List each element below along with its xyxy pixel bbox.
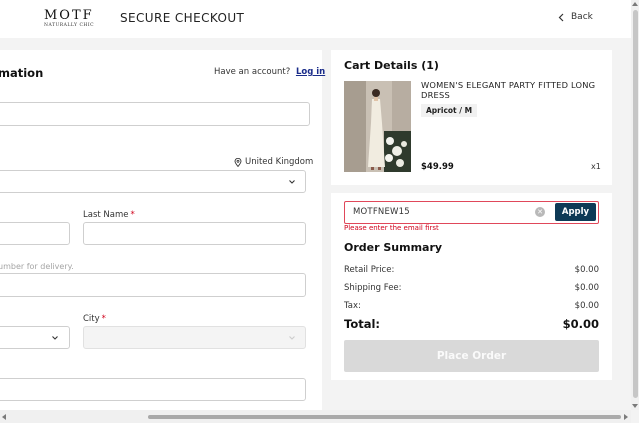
- place-order-button[interactable]: Place Order: [344, 340, 599, 372]
- chevron-down-icon: [289, 180, 295, 184]
- total-value: $0.00: [562, 317, 599, 331]
- logo-tagline: NATURALLY CHIC: [44, 23, 95, 28]
- horizontal-scrollbar[interactable]: [0, 410, 631, 423]
- phone-field[interactable]: [0, 273, 306, 297]
- horizontal-scroll-thumb[interactable]: [148, 415, 621, 419]
- product-quantity: x1: [591, 162, 601, 171]
- last-name-label-text: Last Name: [83, 210, 129, 220]
- country-name: United Kingdom: [245, 157, 314, 167]
- cart-title: Cart Details (1): [344, 59, 439, 72]
- email-field[interactable]: [0, 102, 310, 126]
- login-link[interactable]: Log in: [296, 67, 325, 77]
- phone-hint: umber for delivery.: [0, 262, 74, 271]
- product-photo: [344, 81, 411, 172]
- summary-label: Shipping Fee:: [344, 283, 402, 293]
- product-price: $49.99: [421, 162, 454, 172]
- account-prompt: Have an account? Log in: [214, 67, 325, 77]
- summary-label: Retail Price:: [344, 265, 395, 275]
- city-label-text: City: [83, 314, 100, 324]
- chevron-down-icon: [52, 336, 58, 340]
- scroll-right-arrow-icon[interactable]: [624, 414, 628, 420]
- section-title: mation: [0, 66, 44, 80]
- brand-logo[interactable]: MOTF NATURALLY CHIC: [44, 8, 95, 29]
- first-name-field[interactable]: [0, 222, 70, 245]
- account-prompt-text: Have an account?: [214, 67, 291, 77]
- last-name-label: Last Name *: [83, 210, 135, 220]
- vertical-scrollbar[interactable]: [631, 0, 639, 410]
- coupon-value: MOTFNEW15: [353, 207, 410, 217]
- top-header: MOTF NATURALLY CHIC SECURE CHECKOUT Back: [0, 0, 631, 38]
- summary-value: $0.00: [574, 283, 599, 293]
- clear-coupon-icon[interactable]: ✕: [535, 207, 545, 217]
- summary-value: $0.00: [574, 301, 599, 311]
- scroll-down-arrow-icon[interactable]: [632, 404, 638, 408]
- summary-row-total: Total: $0.00: [344, 317, 599, 331]
- order-summary-title: Order Summary: [344, 241, 443, 254]
- vertical-scroll-thumb[interactable]: [633, 10, 638, 398]
- product-name[interactable]: WOMEN'S ELEGANT PARTY FITTED LONG DRESS: [421, 80, 597, 100]
- product-image[interactable]: [344, 81, 411, 172]
- city-label: City *: [83, 314, 106, 324]
- location-pin-icon: [234, 157, 242, 167]
- page-title: SECURE CHECKOUT: [120, 11, 245, 25]
- country-indicator: United Kingdom: [234, 157, 313, 167]
- chevron-left-icon: [558, 13, 564, 21]
- summary-row-tax: Tax: $0.00: [344, 301, 599, 311]
- address-field[interactable]: [0, 378, 306, 401]
- summary-value: $0.00: [574, 265, 599, 275]
- required-mark: *: [101, 314, 106, 324]
- country-select[interactable]: [0, 170, 306, 193]
- total-label: Total:: [344, 317, 381, 331]
- required-mark: *: [130, 210, 135, 220]
- scroll-up-arrow-icon[interactable]: [632, 2, 638, 6]
- chevron-down-icon: [289, 336, 295, 340]
- state-select[interactable]: [0, 326, 70, 349]
- apply-coupon-button[interactable]: Apply: [555, 203, 596, 221]
- coupon-error-message: Please enter the email first: [344, 224, 439, 232]
- summary-row-shipping: Shipping Fee: $0.00: [344, 283, 599, 293]
- back-button[interactable]: Back: [558, 12, 593, 22]
- summary-row-retail: Retail Price: $0.00: [344, 265, 599, 275]
- summary-label: Tax:: [344, 301, 361, 311]
- variant-badge: Apricot / M: [421, 104, 478, 117]
- back-label: Back: [571, 12, 593, 22]
- scroll-left-arrow-icon[interactable]: [2, 414, 6, 420]
- logo-wordmark: MOTF: [44, 8, 94, 23]
- city-select[interactable]: [83, 326, 306, 349]
- last-name-field[interactable]: [83, 222, 306, 245]
